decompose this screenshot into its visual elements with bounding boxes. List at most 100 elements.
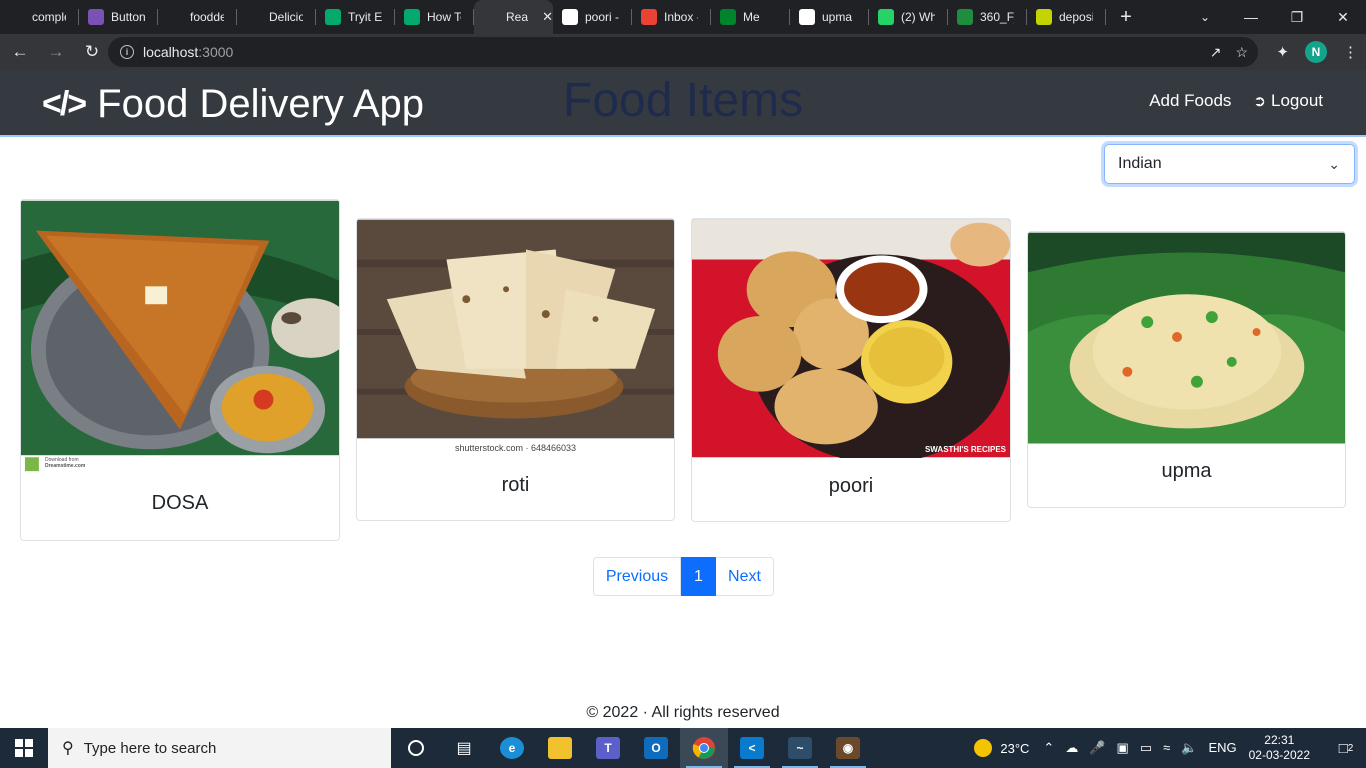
chevron-down-icon: ⌄ xyxy=(1328,156,1340,172)
browser-tab[interactable]: Inbox - xyxy=(632,0,711,34)
footer-copyright: © 2022 · All rights reserved xyxy=(586,704,780,721)
forward-icon[interactable]: → xyxy=(40,36,72,68)
brand-link[interactable]: </> Food Delivery App xyxy=(42,82,424,127)
chrome-icon[interactable] xyxy=(680,728,728,768)
previous-page-button[interactable]: Previous xyxy=(593,557,681,596)
restore-icon[interactable]: ❐ xyxy=(1274,0,1320,34)
logout-label: Logout xyxy=(1271,91,1323,110)
language-indicator[interactable]: ENG xyxy=(1208,740,1236,756)
minimize-icon[interactable]: — xyxy=(1228,0,1274,34)
weather-temperature: 23°C xyxy=(1000,740,1030,756)
cortana-icon[interactable] xyxy=(392,728,440,768)
taskbar-search-box[interactable]: ⚲ Type here to search xyxy=(48,728,391,768)
notifications-icon[interactable]: □ 2 xyxy=(1326,740,1366,757)
browser-tab-strip: comple Button foodde Delicio Tryit Ed How To R… xyxy=(0,0,1366,34)
food-name: poori xyxy=(828,475,874,497)
browser-tab[interactable]: Button xyxy=(79,0,158,34)
browser-tab-title: 360_F_ xyxy=(980,10,1014,24)
browser-tab-title: Inbox - xyxy=(664,10,698,24)
file-explorer-icon[interactable] xyxy=(536,728,584,768)
food-name: DOSA xyxy=(151,492,209,514)
window-controls: — ❐ ✕ xyxy=(1228,0,1366,34)
tab-search-chevron-icon[interactable]: ⌄ xyxy=(1194,0,1216,34)
browser-tab-title: Me xyxy=(743,10,760,24)
clock-time: 22:31 xyxy=(1264,733,1295,747)
teams-icon[interactable]: T xyxy=(584,728,632,768)
roti-image xyxy=(357,219,674,439)
browser-tab[interactable]: poori - xyxy=(553,0,632,34)
volume-icon[interactable]: 🔈 xyxy=(1181,740,1197,756)
url-port: :3000 xyxy=(198,44,234,60)
code-slash-icon: </> xyxy=(42,85,87,123)
depositphotos-icon xyxy=(1036,9,1052,25)
browser-tab[interactable]: How To xyxy=(395,0,474,34)
logout-link[interactable]: ➲ Logout xyxy=(1253,91,1323,111)
dosa-image xyxy=(21,200,339,476)
browser-tab-title: Delicio xyxy=(269,10,303,24)
roti-watermark: shutterstock.com · 648466033 xyxy=(454,443,577,453)
browser-tab[interactable]: Me xyxy=(711,0,790,34)
cuisine-select[interactable]: Indian ⌄ xyxy=(1104,144,1355,184)
share-icon[interactable]: ↗ xyxy=(1210,44,1222,61)
taskbar-search-placeholder: Type here to search xyxy=(83,739,217,757)
battery-saver-icon[interactable]: ▣ xyxy=(1117,740,1129,756)
food-card-dosa[interactable]: Download from Dreamstime.com DOSA xyxy=(20,199,340,541)
game-app-icon[interactable]: ◉ xyxy=(824,728,872,768)
food-card-roti[interactable]: shutterstock.com · 648466033 roti xyxy=(356,218,675,521)
wifi-icon[interactable]: ≈ xyxy=(1163,740,1170,756)
page-title: Food Items xyxy=(563,74,804,127)
food-card-upma[interactable]: upma xyxy=(1027,231,1346,508)
image-icon xyxy=(957,9,973,25)
back-icon[interactable]: ← xyxy=(4,36,36,68)
edge-icon[interactable]: e xyxy=(488,728,536,768)
task-view-icon[interactable]: ▤ xyxy=(440,728,488,768)
browser-tab[interactable]: comple xyxy=(0,0,79,34)
new-tab-button[interactable]: + xyxy=(1106,0,1146,34)
next-page-button[interactable]: Next xyxy=(716,557,774,596)
page-1-button[interactable]: 1 xyxy=(681,557,716,596)
github-icon xyxy=(167,9,183,25)
outlook-icon[interactable]: O xyxy=(632,728,680,768)
notification-count: 2 xyxy=(1347,742,1354,754)
reload-icon[interactable]: ↻ xyxy=(76,36,108,68)
profile-avatar[interactable]: N xyxy=(1305,41,1327,63)
food-card-poori[interactable]: SWASTHI'S RECIPES poori xyxy=(691,218,1011,522)
browser-tab[interactable]: Delicio xyxy=(237,0,316,34)
chevron-up-icon[interactable]: ⌃ xyxy=(1043,740,1054,756)
browser-tab-title: deposi xyxy=(1059,10,1093,24)
food-name: upma xyxy=(1161,460,1212,482)
logout-icon: ➲ xyxy=(1253,93,1266,110)
site-info-icon[interactable]: i xyxy=(120,45,134,59)
browser-tab[interactable]: 360_F_ xyxy=(948,0,1027,34)
bookmark-star-icon[interactable]: ☆ xyxy=(1235,44,1248,61)
url-host: localhost xyxy=(143,44,199,60)
battery-icon[interactable]: ▭ xyxy=(1140,740,1152,756)
clock[interactable]: 22:31 02-03-2022 xyxy=(1249,733,1310,763)
vscode-icon[interactable]: < xyxy=(728,728,776,768)
browser-tab-title: Tryit Ed xyxy=(348,10,382,24)
browser-tab-title: Rea xyxy=(506,10,529,24)
poori-image xyxy=(692,219,1010,458)
google-icon xyxy=(562,9,578,25)
w3schools-icon xyxy=(325,9,341,25)
browser-tab[interactable]: upma xyxy=(790,0,869,34)
browser-tab[interactable]: (2) Wh xyxy=(869,0,948,34)
add-foods-link[interactable]: Add Foods xyxy=(1149,91,1231,111)
brand-name: Food Delivery App xyxy=(97,82,425,126)
google-icon xyxy=(799,9,815,25)
close-window-icon[interactable]: ✕ xyxy=(1320,0,1366,34)
extensions-puzzle-icon[interactable]: ✦ xyxy=(1276,43,1289,61)
close-tab-icon[interactable]: ✕ xyxy=(542,9,553,25)
github-icon xyxy=(9,9,25,25)
browser-tab[interactable]: Rea ✕ xyxy=(474,0,553,34)
chrome-menu-icon[interactable]: ⋮ xyxy=(1343,43,1358,61)
onedrive-icon[interactable]: ☁ xyxy=(1065,740,1078,756)
browser-tab[interactable]: foodde xyxy=(158,0,237,34)
browser-tab[interactable]: deposi xyxy=(1027,0,1106,34)
microphone-icon[interactable]: 🎤 xyxy=(1089,740,1105,756)
address-bar[interactable]: i localhost:3000 ↗ ☆ xyxy=(108,37,1258,67)
weather-widget[interactable]: 23°C xyxy=(974,739,1029,757)
browser-tab[interactable]: Tryit Ed xyxy=(316,0,395,34)
sql-workbench-icon[interactable]: ~ xyxy=(776,728,824,768)
windows-start-icon[interactable] xyxy=(0,728,48,768)
